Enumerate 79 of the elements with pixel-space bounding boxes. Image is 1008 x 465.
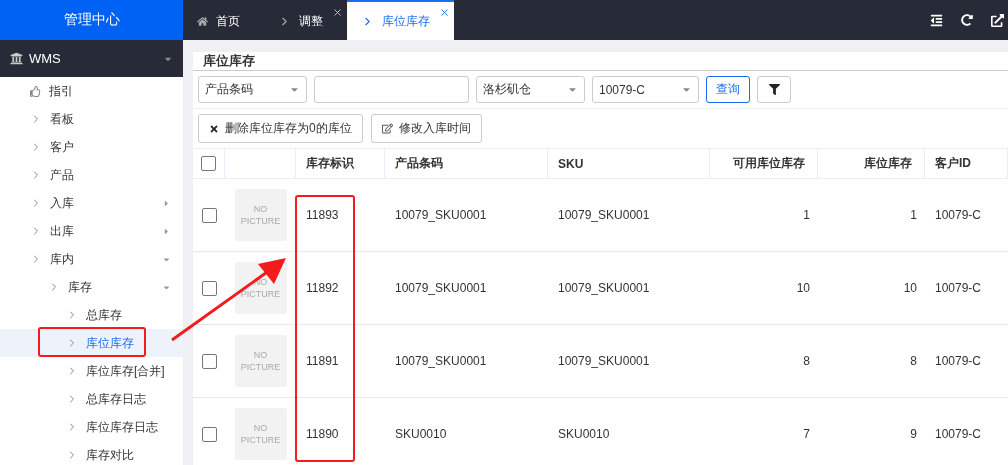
table-cell: 10079_SKU0001 <box>548 325 710 398</box>
sidebar-title: 管理中心 <box>0 0 183 40</box>
tab[interactable]: 首页 <box>183 0 264 40</box>
tab[interactable]: 库位库存 <box>347 0 454 40</box>
checkbox[interactable] <box>201 280 217 296</box>
caret-right-icon <box>162 198 171 208</box>
table-cell: 8 <box>710 325 818 398</box>
edit-icon <box>381 123 393 134</box>
table-cell: 10079_SKU0001 <box>548 179 710 252</box>
table-cell: 11892 <box>296 252 385 325</box>
select-field[interactable]: 产品条码 <box>198 76 307 103</box>
table-cell: 11890 <box>296 398 385 465</box>
placeholder-text: NO PICTURE <box>239 422 282 446</box>
checkbox[interactable] <box>201 426 217 442</box>
menu-item[interactable]: 库位库存[合并] <box>0 357 183 385</box>
placeholder-text: NO PICTURE <box>239 203 282 227</box>
menu-item[interactable]: 总库存 <box>0 301 183 329</box>
select-field[interactable]: 10079-C <box>592 76 699 103</box>
table-cell: 10079-C <box>925 398 1008 465</box>
filter-icon <box>768 84 780 95</box>
tab[interactable]: 调整 <box>264 0 347 40</box>
close-icon[interactable] <box>439 7 450 18</box>
menu-item[interactable]: 库位库存 <box>0 329 183 357</box>
menu-item[interactable]: 库内 <box>0 245 183 273</box>
refresh-icon[interactable] <box>961 14 973 26</box>
table-cell: 11891 <box>296 325 385 398</box>
bank-icon <box>10 52 23 65</box>
table-cell: SKU0010 <box>548 398 710 465</box>
table-cell: 1 <box>818 179 925 252</box>
table-cell: 10079_SKU0001 <box>385 252 548 325</box>
table-cell: 8 <box>818 325 925 398</box>
table-cell: 10079_SKU0001 <box>385 325 548 398</box>
checkbox[interactable] <box>201 353 217 369</box>
table-cell: 10079_SKU0001 <box>385 179 548 252</box>
thumbs-up-icon <box>30 85 41 97</box>
table-cell: 10079-C <box>925 252 1008 325</box>
menu-item[interactable]: 入库 <box>0 189 183 217</box>
table-cell: 10079-C <box>925 179 1008 252</box>
menu-item[interactable]: 总库存日志 <box>0 385 183 413</box>
query-button[interactable]: 查询 <box>706 76 750 103</box>
menu-item[interactable]: 库位库存日志 <box>0 413 183 441</box>
table-cell: 7 <box>710 398 818 465</box>
column-header: 库位库存 <box>818 149 925 179</box>
placeholder-text: NO PICTURE <box>239 349 282 373</box>
checkbox[interactable] <box>201 156 216 171</box>
column-header: 可用库位库存 <box>710 149 818 179</box>
outdent-icon[interactable] <box>930 13 943 27</box>
filter-button[interactable] <box>757 76 791 103</box>
table-cell: 1 <box>710 179 818 252</box>
input-field[interactable] <box>314 76 469 103</box>
menu-item[interactable]: 库存对比 <box>0 441 183 465</box>
menu-item[interactable]: 产品 <box>0 161 183 189</box>
close-icon <box>209 123 219 134</box>
caret-right-icon <box>162 226 171 236</box>
delete-button[interactable]: 删除库位库存为0的库位 <box>198 114 363 143</box>
column-header: SKU <box>548 149 710 179</box>
column-header: 客户ID <box>925 149 1008 179</box>
checkbox[interactable] <box>201 207 217 223</box>
menu-item[interactable]: 指引 <box>0 77 183 105</box>
external-link-icon[interactable] <box>991 13 1004 27</box>
menu-item[interactable]: 库存 <box>0 273 183 301</box>
table-cell: 10 <box>818 252 925 325</box>
close-icon[interactable] <box>332 7 343 18</box>
table-cell: 10 <box>710 252 818 325</box>
page-title: 库位库存 <box>193 52 1008 71</box>
column-header: 库存标识 <box>296 149 385 179</box>
menu-item[interactable]: 出库 <box>0 217 183 245</box>
edit-button[interactable]: 修改入库时间 <box>370 114 482 143</box>
table-cell: SKU0010 <box>385 398 548 465</box>
table-cell: 10079-C <box>925 325 1008 398</box>
home-icon <box>197 15 208 27</box>
table-cell: 11893 <box>296 179 385 252</box>
menu-item[interactable]: 看板 <box>0 105 183 133</box>
menu-item[interactable]: 客户 <box>0 133 183 161</box>
module-header[interactable]: WMS <box>0 40 183 77</box>
table-cell: 10079_SKU0001 <box>548 252 710 325</box>
table-cell: 9 <box>818 398 925 465</box>
column-header: 产品条码 <box>385 149 548 179</box>
select-field[interactable]: 洛杉矶仓 <box>476 76 585 103</box>
